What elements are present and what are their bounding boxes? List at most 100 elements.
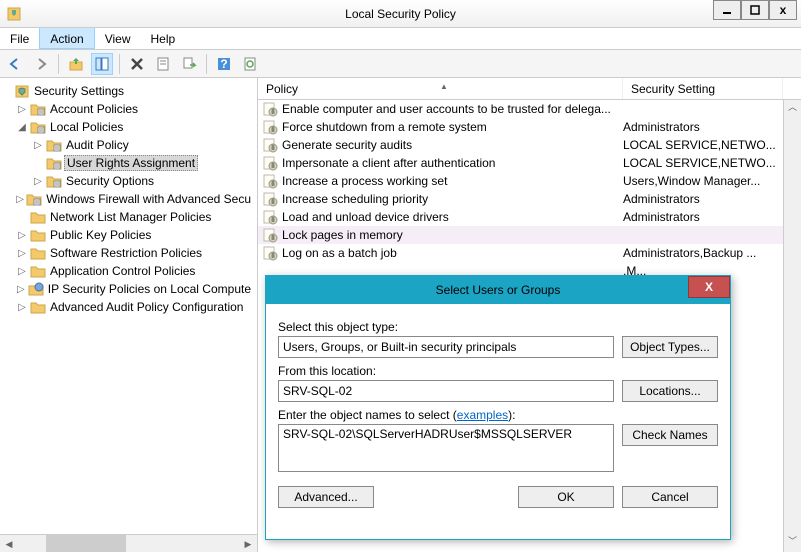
properties-button[interactable] <box>152 53 174 75</box>
folder-icon <box>30 245 46 261</box>
tree-item[interactable]: User Rights Assignment <box>0 154 257 172</box>
menu-help[interactable]: Help <box>141 28 186 49</box>
policy-name: Log on as a batch job <box>282 246 623 260</box>
tree-item[interactable]: ▷ Application Control Policies <box>0 262 257 280</box>
policy-row[interactable]: Impersonate a client after authenticatio… <box>258 154 801 172</box>
tree-item[interactable]: ▷Software Restriction Policies <box>0 244 257 262</box>
examples-link[interactable]: examples <box>457 408 508 422</box>
tree-label: Network List Manager Policies <box>48 210 213 224</box>
policy-row[interactable]: Load and unload device driversAdministra… <box>258 208 801 226</box>
policy-icon <box>262 137 278 153</box>
tree-label: Security Options <box>64 174 156 188</box>
expander-icon[interactable]: ▷ <box>16 104 28 115</box>
tree-label: Application Control Policies <box>48 264 197 278</box>
list-v-scrollbar[interactable]: ︿﹀ <box>783 100 801 552</box>
policy-name: Force shutdown from a remote system <box>282 120 623 134</box>
policy-setting: Administrators <box>623 120 783 134</box>
advanced-button[interactable]: Advanced... <box>278 486 374 508</box>
tree-label: User Rights Assignment <box>64 155 198 171</box>
policy-row[interactable]: Generate security auditsLOCAL SERVICE,NE… <box>258 136 801 154</box>
titlebar: Local Security Policy x <box>0 0 801 28</box>
policy-setting: Users,Window Manager... <box>623 174 783 188</box>
policy-name: Lock pages in memory <box>282 228 623 242</box>
policy-name: Impersonate a client after authenticatio… <box>282 156 623 170</box>
menu-view[interactable]: View <box>95 28 141 49</box>
ok-button[interactable]: OK <box>518 486 614 508</box>
object-type-field <box>278 336 614 358</box>
folder-icon <box>30 209 46 225</box>
tree-label: Windows Firewall with Advanced Secu <box>44 192 253 206</box>
dialog-title: Select Users or Groups X <box>266 276 730 304</box>
policy-row[interactable]: Increase a process working setUsers,Wind… <box>258 172 801 190</box>
object-types-button[interactable]: Object Types... <box>622 336 718 358</box>
help-button[interactable]: ? <box>213 53 235 75</box>
column-security-setting[interactable]: Security Setting <box>623 78 783 99</box>
policy-icon <box>262 191 278 207</box>
security-settings-icon <box>14 83 30 99</box>
forward-button[interactable] <box>30 53 52 75</box>
tree-label: Account Policies <box>48 102 140 116</box>
locations-button[interactable]: Locations... <box>622 380 718 402</box>
tree-root[interactable]: Security Settings <box>0 82 257 100</box>
expander-icon[interactable]: ▷ <box>16 230 28 241</box>
app-icon <box>6 6 22 22</box>
tree-label: Audit Policy <box>64 138 131 152</box>
check-names-button[interactable]: Check Names <box>622 424 718 446</box>
folder-icon <box>30 263 46 279</box>
tree-item[interactable]: ▷ Advanced Audit Policy Configuration <box>0 298 257 316</box>
policy-setting: LOCAL SERVICE,NETWO... <box>623 138 783 152</box>
dialog-close-button[interactable]: X <box>688 276 730 298</box>
tree-item[interactable]: ▷ Audit Policy <box>0 136 257 154</box>
policy-row[interactable]: Increase scheduling priorityAdministrato… <box>258 190 801 208</box>
policy-row[interactable]: Enable computer and user accounts to be … <box>258 100 801 118</box>
select-users-dialog: Select Users or Groups X Select this obj… <box>265 275 731 540</box>
policy-icon <box>262 101 278 117</box>
policy-name: Increase a process working set <box>282 174 623 188</box>
menu-file[interactable]: File <box>0 28 39 49</box>
folder-icon <box>28 281 44 297</box>
tree-label: Local Policies <box>48 120 125 134</box>
expander-icon[interactable]: ▷ <box>16 302 28 313</box>
back-button[interactable] <box>4 53 26 75</box>
cancel-button[interactable]: Cancel <box>622 486 718 508</box>
folder-icon <box>26 191 42 207</box>
refresh-button[interactable] <box>239 53 261 75</box>
expander-icon[interactable]: ▷ <box>16 248 28 259</box>
location-field <box>278 380 614 402</box>
maximize-button[interactable] <box>741 0 769 20</box>
tree-h-scrollbar[interactable]: ◀▶ <box>0 534 257 552</box>
policy-setting: Administrators,Backup ... <box>623 246 783 260</box>
tree-item[interactable]: ▷ Account Policies <box>0 100 257 118</box>
policy-row[interactable]: Lock pages in memory <box>258 226 801 244</box>
close-button[interactable]: x <box>769 0 797 20</box>
policy-icon <box>262 227 278 243</box>
tree-item[interactable]: ▷ Security Options <box>0 172 257 190</box>
object-names-input[interactable] <box>278 424 614 472</box>
delete-button[interactable] <box>126 53 148 75</box>
tree-item[interactable]: ◢ Local Policies <box>0 118 257 136</box>
policy-name: Generate security audits <box>282 138 623 152</box>
policy-row[interactable]: Force shutdown from a remote systemAdmin… <box>258 118 801 136</box>
up-button[interactable] <box>65 53 87 75</box>
tree-item[interactable]: ▷Public Key Policies <box>0 226 257 244</box>
tree-item[interactable]: Network List Manager Policies <box>0 208 257 226</box>
policy-icon <box>262 155 278 171</box>
expander-icon[interactable]: ▷ <box>16 266 28 277</box>
minimize-button[interactable] <box>713 0 741 20</box>
expander-icon[interactable]: ▷ <box>16 284 26 295</box>
window-title: Local Security Policy <box>345 7 456 21</box>
menu-action[interactable]: Action <box>39 27 94 49</box>
expander-icon[interactable]: ▷ <box>16 194 24 205</box>
tree-item[interactable]: ▷ Windows Firewall with Advanced Secu <box>0 190 257 208</box>
policy-row[interactable]: Log on as a batch jobAdministrators,Back… <box>258 244 801 262</box>
folder-icon <box>30 299 46 315</box>
tree-item[interactable]: ▷IP Security Policies on Local Compute <box>0 280 257 298</box>
expander-icon[interactable]: ◢ <box>16 122 28 133</box>
show-hide-tree-button[interactable] <box>91 53 113 75</box>
names-label: Enter the object names to select (exampl… <box>278 408 718 422</box>
expander-icon[interactable]: ▷ <box>32 140 44 151</box>
export-button[interactable] <box>178 53 200 75</box>
column-policy[interactable]: Policy▲ <box>258 78 623 99</box>
tree-label: Advanced Audit Policy Configuration <box>48 300 245 314</box>
expander-icon[interactable]: ▷ <box>32 176 44 187</box>
